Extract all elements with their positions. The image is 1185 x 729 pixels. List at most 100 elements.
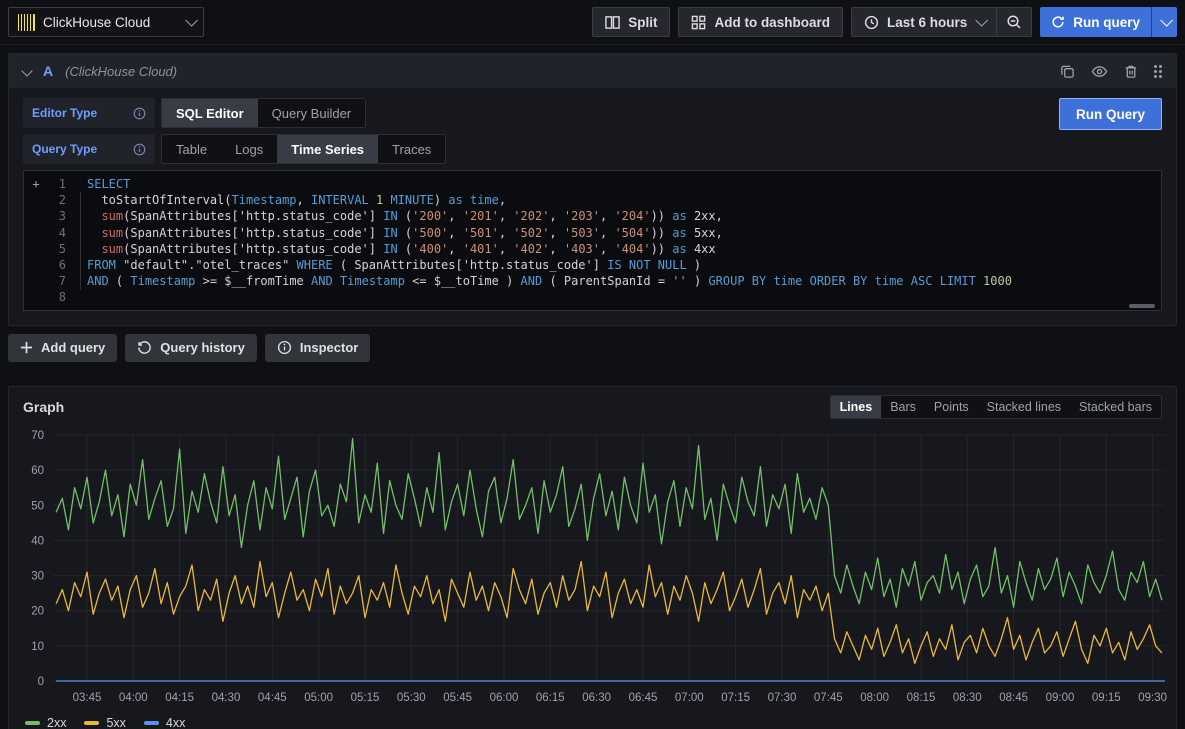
svg-text:05:00: 05:00 [304,692,333,704]
gutter-spacer [24,289,48,305]
sql-line[interactable]: 8 [24,289,1161,305]
zoom-out-time-button[interactable] [997,7,1032,37]
svg-text:05:30: 05:30 [397,692,426,704]
svg-text:03:45: 03:45 [73,692,102,704]
sql-code-editor[interactable]: +1SELECT2 toStartOfInterval(Timestamp, I… [23,170,1162,311]
query-datasource-hint: (ClickHouse Cloud) [65,64,1048,79]
viz-mode-stacked-lines[interactable]: Stacked lines [978,396,1070,418]
svg-text:0: 0 [38,676,44,688]
add-query-label: Add query [41,340,105,355]
chevron-down-icon [975,14,988,27]
svg-text:08:30: 08:30 [953,692,982,704]
viz-mode-bars[interactable]: Bars [881,396,925,418]
legend-swatch [84,721,99,725]
svg-text:08:45: 08:45 [999,692,1028,704]
sql-line[interactable]: 6FROM "default"."otel_traces" WHERE ( Sp… [24,257,1161,273]
editor-type-option-query-builder[interactable]: Query Builder [258,99,365,127]
query-history-label: Query history [160,340,245,355]
time-range-picker[interactable]: Last 6 hours [851,7,997,37]
drag-handle-icon[interactable] [1154,65,1162,78]
info-icon[interactable] [133,143,146,156]
query-type-labelbox: Query Type [23,134,155,164]
split-button[interactable]: Split [592,7,670,37]
history-icon [137,340,152,355]
line-number: 8 [48,289,66,305]
line-number: 6 [48,257,66,273]
sql-line[interactable]: 7AND ( Timestamp >= $__fromTime AND Time… [24,273,1161,289]
svg-text:06:00: 06:00 [490,692,519,704]
sql-line[interactable]: 2 toStartOfInterval(Timestamp, INTERVAL … [24,192,1161,208]
sql-line[interactable]: +1SELECT [24,176,1161,192]
svg-text:05:15: 05:15 [351,692,380,704]
svg-text:40: 40 [31,535,44,547]
query-type-label: Query Type [32,142,97,156]
editor-hscrollbar[interactable] [1129,304,1155,308]
run-query-dropdown[interactable] [1151,7,1177,37]
legend-item-5xx[interactable]: 5xx [84,716,125,729]
query-type-option-table[interactable]: Table [162,135,221,163]
svg-text:70: 70 [31,430,44,442]
legend-swatch [25,721,40,725]
svg-text:08:00: 08:00 [860,692,889,704]
run-query-inline-button[interactable]: Run Query [1059,98,1162,130]
viz-mode-stacked-bars[interactable]: Stacked bars [1070,396,1161,418]
timeseries-chart[interactable]: 01020304050607003:4504:0004:1504:3004:45… [19,423,1166,714]
viz-mode-points[interactable]: Points [925,396,978,418]
query-type-option-traces[interactable]: Traces [378,135,445,163]
viz-style-toggle: LinesBarsPointsStacked linesStacked bars [830,395,1162,419]
editor-type-label: Editor Type [32,106,97,120]
query-history-button[interactable]: Query history [125,334,257,362]
sql-line[interactable]: 3 sum(SpanAttributes['http.status_code']… [24,208,1161,224]
legend-item-2xx[interactable]: 2xx [25,716,66,729]
line-number: 3 [48,208,66,224]
gutter-spacer [24,241,48,257]
editor-type-option-sql-editor[interactable]: SQL Editor [162,99,258,127]
sync-icon [1051,15,1065,29]
svg-text:09:30: 09:30 [1138,692,1167,704]
add-query-button[interactable]: Add query [8,334,117,362]
add-to-dashboard-button[interactable]: Add to dashboard [678,7,843,37]
hide-response-eye-icon[interactable] [1091,64,1108,79]
gutter-spacer [24,225,48,241]
info-icon[interactable] [133,107,146,120]
add-line-icon[interactable]: + [24,176,48,192]
gutter-spacer [24,273,48,289]
remove-query-trash-icon[interactable] [1124,64,1138,79]
chevron-down-icon [185,14,198,27]
split-icon [605,15,620,30]
collapse-chevron-icon[interactable] [21,65,32,76]
viz-mode-lines[interactable]: Lines [831,396,882,418]
sql-line[interactable]: 5 sum(SpanAttributes['http.status_code']… [24,241,1161,257]
legend-swatch [144,721,159,725]
svg-text:04:00: 04:00 [119,692,148,704]
graph-panel-title: Graph [23,399,64,415]
duplicate-query-icon[interactable] [1060,64,1075,79]
gutter-spacer [24,208,48,224]
query-row-header: A (ClickHouse Cloud) [9,54,1176,88]
svg-text:60: 60 [31,465,44,477]
plus-icon [20,341,33,354]
query-ref-label: A [43,63,53,79]
gutter-spacer [24,257,48,273]
svg-text:09:15: 09:15 [1092,692,1121,704]
line-number: 4 [48,225,66,241]
explore-toolbar: ClickHouse Cloud Split Add to dashboard … [0,0,1185,45]
info-circle-icon [277,340,292,355]
svg-text:07:15: 07:15 [721,692,750,704]
datasource-picker[interactable]: ClickHouse Cloud [8,7,204,37]
query-type-option-time-series[interactable]: Time Series [277,135,378,163]
sql-line[interactable]: 4 sum(SpanAttributes['http.status_code']… [24,225,1161,241]
gutter-spacer [24,192,48,208]
editor-type-toggle: SQL EditorQuery Builder [161,98,366,128]
legend-item-4xx[interactable]: 4xx [144,716,185,729]
query-type-option-logs[interactable]: Logs [221,135,277,163]
svg-text:06:15: 06:15 [536,692,565,704]
chart-legend: 2xx 5xx 4xx [19,714,1166,729]
legend-label: 4xx [166,716,185,729]
inspector-label: Inspector [300,340,359,355]
inspector-button[interactable]: Inspector [265,334,371,362]
clickhouse-logo-icon [18,14,35,31]
svg-text:04:30: 04:30 [212,692,241,704]
run-query-button[interactable]: Run query [1040,7,1151,37]
svg-text:04:15: 04:15 [165,692,194,704]
